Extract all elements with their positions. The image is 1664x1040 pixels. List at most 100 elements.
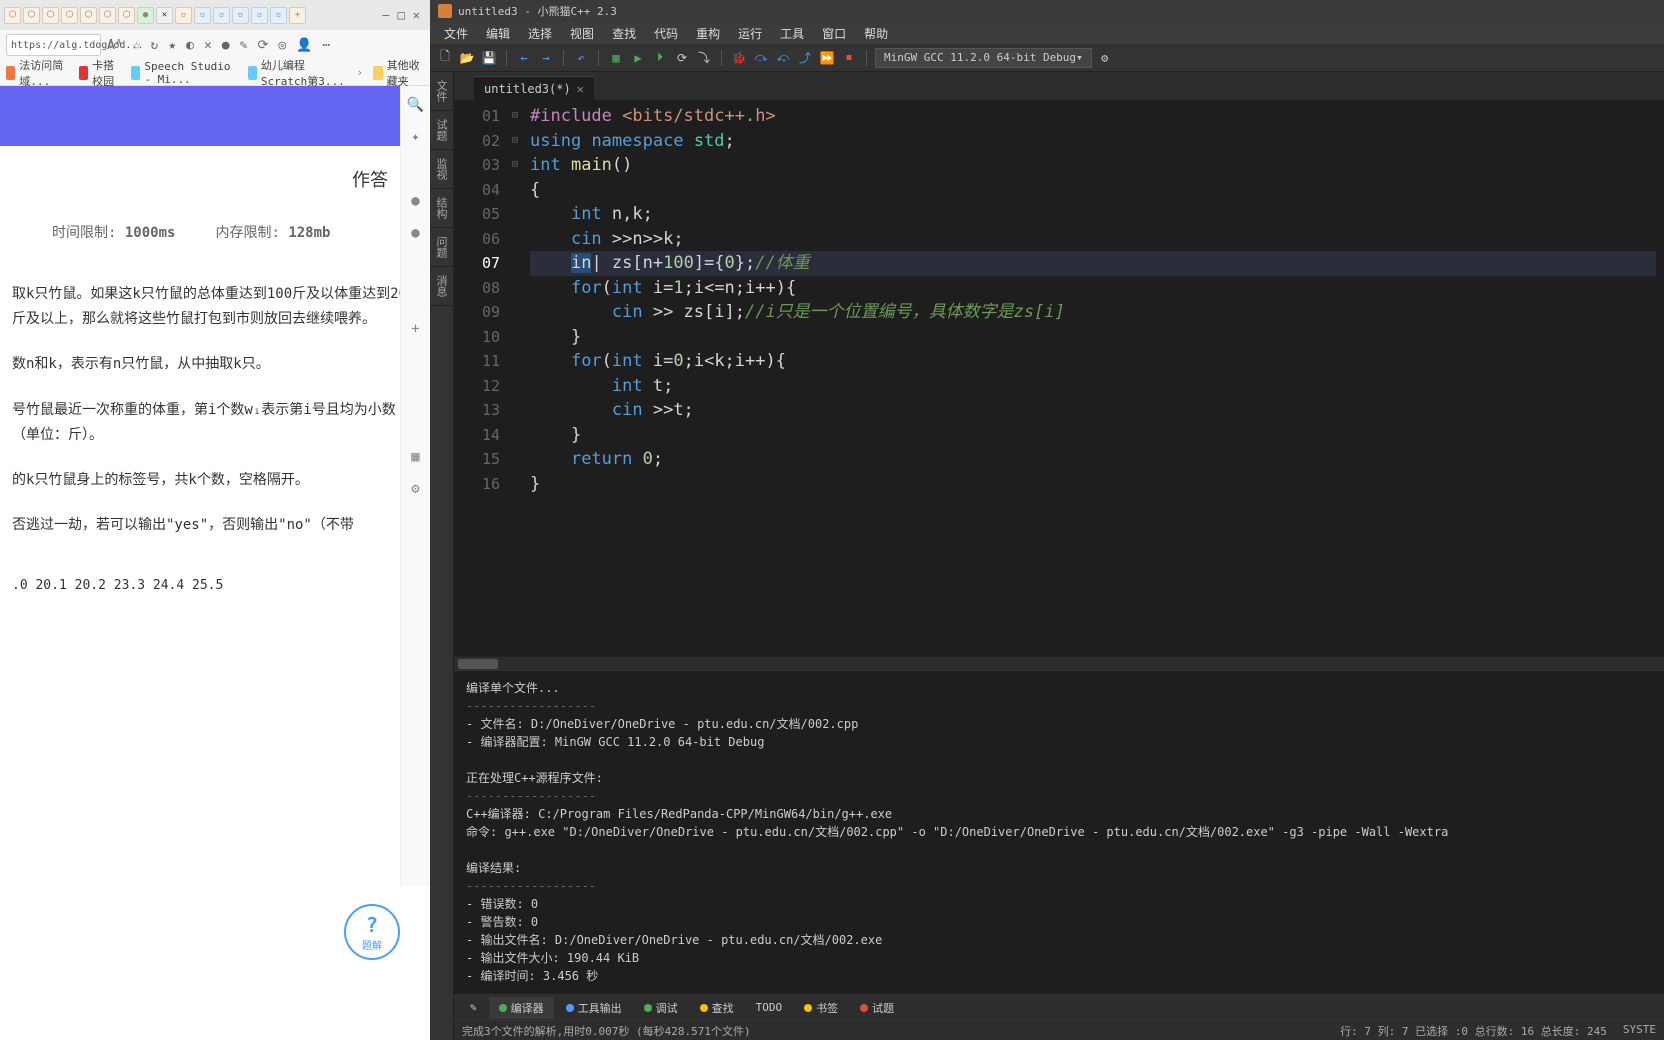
bottom-tab[interactable]: 编译器 <box>489 997 554 1019</box>
continue-icon[interactable]: ⏩ <box>818 49 836 67</box>
browser-tab[interactable]: ▫ <box>232 7 249 24</box>
toolbar-icon[interactable]: ◎ <box>278 38 286 53</box>
sidebar-icon[interactable] <box>407 288 425 306</box>
browser-tab[interactable]: ⬡ <box>23 7 40 24</box>
bookmark-item[interactable]: 卡搭校园 <box>79 57 121 89</box>
bookmark-item[interactable]: 幼儿编程Scratch第3... <box>248 57 347 89</box>
menu-item[interactable]: 运行 <box>730 23 770 44</box>
window-maximize[interactable]: □ <box>398 8 405 22</box>
rebuild-icon[interactable]: ⟳ <box>673 49 691 67</box>
menu-item[interactable]: 查找 <box>604 23 644 44</box>
menu-item[interactable]: 选择 <box>520 23 560 44</box>
browser-tab[interactable]: ▫ <box>194 7 211 24</box>
browser-tab[interactable]: ⬡ <box>61 7 78 24</box>
code-content[interactable]: #include <bits/stdc++.h>using namespace … <box>522 100 1664 656</box>
menu-item[interactable]: 帮助 <box>856 23 896 44</box>
hint-button[interactable]: ? 题解 <box>344 904 400 960</box>
menu-item[interactable]: 工具 <box>772 23 812 44</box>
toolbar-icon[interactable]: ◐ <box>186 38 194 53</box>
menu-item[interactable]: 文件 <box>436 23 476 44</box>
toolbar-icon[interactable]: ✕ <box>204 38 212 53</box>
browser-tab[interactable]: ⬡ <box>99 7 116 24</box>
compiler-combo[interactable]: MinGW GCC 11.2.0 64-bit Debug▾ <box>875 48 1092 68</box>
bottom-tab[interactable]: 试题 <box>850 997 904 1019</box>
browser-tab[interactable]: ● <box>137 7 154 24</box>
bookmark-item[interactable]: Speech Studio - Mi... <box>131 57 238 89</box>
save-icon[interactable]: 💾 <box>480 49 498 67</box>
toolbar-icon[interactable]: ⋯ <box>322 38 330 53</box>
output-text[interactable]: 编译单个文件... ------------------ - 文件名: D:/O… <box>454 671 1664 994</box>
menu-item[interactable]: 重构 <box>688 23 728 44</box>
side-panel-tab[interactable]: 消息 <box>430 267 453 306</box>
sidebar-icon[interactable] <box>407 160 425 178</box>
browser-tab[interactable]: ▫ <box>175 7 192 24</box>
bottom-tab[interactable]: 调试 <box>634 997 688 1019</box>
window-close[interactable]: ✕ <box>413 8 420 22</box>
bottom-tab[interactable]: TODO <box>746 997 793 1019</box>
side-panel-tab[interactable]: 文件 <box>430 72 453 111</box>
step-over-icon[interactable]: ⤼ <box>752 49 770 67</box>
tab-close-icon[interactable]: ✕ <box>577 82 584 96</box>
toolbar-icon[interactable]: ✎ <box>240 38 248 53</box>
browser-tab[interactable]: ⬡ <box>4 7 21 24</box>
side-panel-tab[interactable]: 监视 <box>430 150 453 189</box>
browser-tab[interactable]: ▫ <box>213 7 230 24</box>
toolbar-icon[interactable]: ⟳ <box>257 38 268 53</box>
compile-run-icon[interactable]: ⏵ <box>651 49 669 67</box>
browser-tab[interactable]: ⬡ <box>118 7 135 24</box>
bottom-tab[interactable]: 查找 <box>690 997 744 1019</box>
menu-item[interactable]: 视图 <box>562 23 602 44</box>
bookmarks-overflow[interactable]: › <box>356 66 363 79</box>
window-minimize[interactable]: — <box>382 8 389 22</box>
toolbar-icon[interactable]: 👤 <box>296 38 312 53</box>
debug-icon[interactable]: 🐞 <box>730 49 748 67</box>
fold-column[interactable]: ⊟⊟⊟ <box>508 100 522 656</box>
browser-tab[interactable]: ▫ <box>251 7 268 24</box>
nav-back-icon[interactable]: ← <box>515 49 533 67</box>
undo-icon[interactable]: ↶ <box>572 49 590 67</box>
sidebar-icon[interactable]: ● <box>407 192 425 210</box>
bookmark-folder[interactable]: 其他收藏夹 <box>373 57 424 89</box>
bookmark-item[interactable]: 法访问简域... <box>6 57 69 89</box>
editor-tab[interactable]: untitled3(*) ✕ <box>474 76 594 100</box>
nav-fwd-icon[interactable]: → <box>537 49 555 67</box>
toolbar-icon[interactable]: ☆ <box>133 38 141 53</box>
toolbar-icon[interactable]: ★ <box>168 38 176 53</box>
run-icon[interactable]: ▶ <box>629 49 647 67</box>
sidebar-icon[interactable]: + <box>407 320 425 338</box>
sidebar-icon[interactable]: ▦ <box>407 448 425 466</box>
browser-tab-close[interactable]: ✕ <box>156 7 173 24</box>
browser-tab[interactable]: ▫ <box>270 7 287 24</box>
settings-icon[interactable]: ⚙ <box>1096 49 1114 67</box>
menu-item[interactable]: 窗口 <box>814 23 854 44</box>
toolbar-icon[interactable]: Aᴬ <box>107 38 123 53</box>
compile-icon[interactable]: ▦ <box>607 49 625 67</box>
menu-item[interactable]: 编辑 <box>478 23 518 44</box>
bottom-tab[interactable]: ✎ <box>460 997 487 1019</box>
step-icon[interactable]: ⤵ <box>695 49 713 67</box>
side-panel-tab[interactable]: 结构 <box>430 189 453 228</box>
bottom-tab[interactable]: 工具输出 <box>556 997 632 1019</box>
sidebar-icon[interactable]: ✦ <box>407 128 425 146</box>
open-file-icon[interactable]: 📂 <box>458 49 476 67</box>
browser-tab[interactable]: ⬡ <box>80 7 97 24</box>
code-editor[interactable]: 01020304050607080910111213141516 ⊟⊟⊟ #in… <box>454 100 1664 656</box>
side-panel-tab[interactable]: 问题 <box>430 228 453 267</box>
browser-tab[interactable]: ⬡ <box>42 7 59 24</box>
stop-icon[interactable]: ⏹ <box>840 49 858 67</box>
bottom-tab[interactable]: 书签 <box>794 997 848 1019</box>
browser-tab-new[interactable]: + <box>289 7 306 24</box>
new-file-icon[interactable]: 🗋 <box>436 49 454 67</box>
sidebar-icon[interactable]: ⚙ <box>407 480 425 498</box>
sidebar-icon[interactable] <box>407 256 425 274</box>
sidebar-icon[interactable] <box>407 416 425 434</box>
step-out-icon[interactable]: ⤴ <box>796 49 814 67</box>
sidebar-icon[interactable] <box>407 384 425 402</box>
address-input[interactable]: https://alg.tdogcod... <box>6 34 101 56</box>
menu-item[interactable]: 代码 <box>646 23 686 44</box>
sidebar-icon[interactable]: 🔍 <box>407 96 425 114</box>
step-into-icon[interactable]: ⤽ <box>774 49 792 67</box>
sidebar-icon[interactable] <box>407 352 425 370</box>
horizontal-scrollbar[interactable] <box>454 656 1664 670</box>
toolbar-icon[interactable]: ● <box>222 38 230 53</box>
